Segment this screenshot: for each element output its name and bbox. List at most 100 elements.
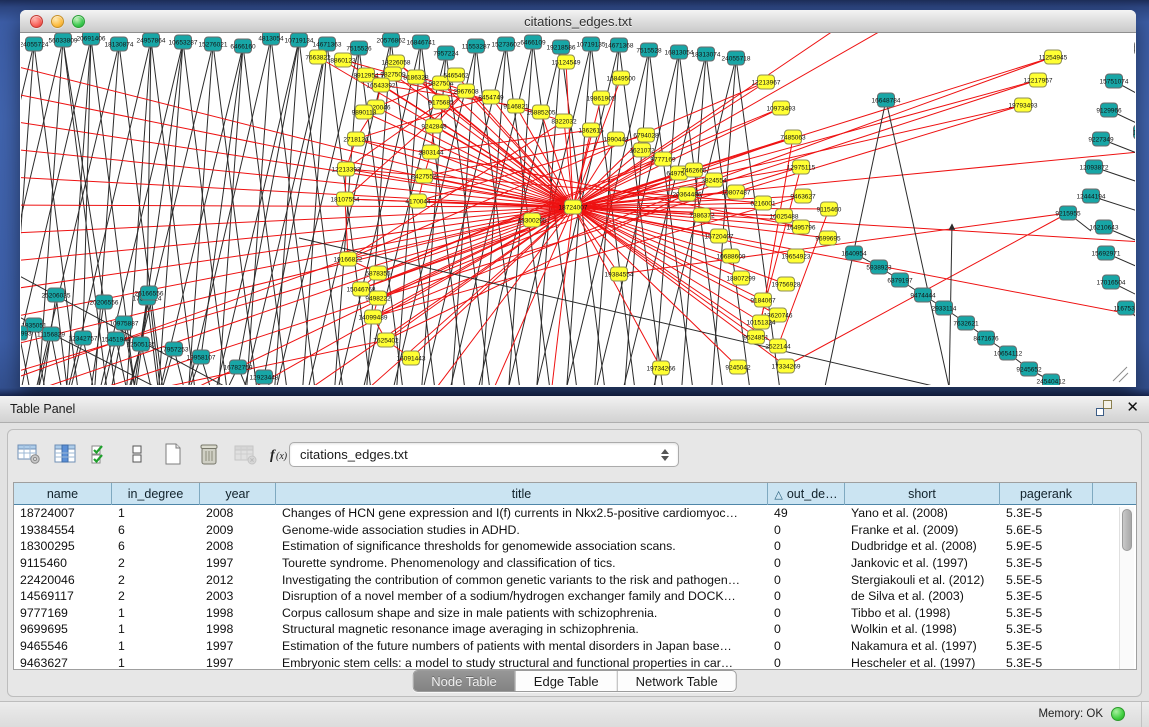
cell-name[interactable]: 22420046	[14, 573, 112, 587]
cell-title[interactable]: Structural magnetic resonance image aver…	[276, 622, 768, 636]
show-columns-icon[interactable]	[50, 439, 80, 469]
graph-node[interactable]: 7386372	[689, 208, 715, 222]
table-row[interactable]: 977716911998Corpus callosum shape and si…	[14, 605, 1136, 622]
cell-in_degree[interactable]: 1	[112, 606, 200, 620]
cell-in_degree[interactable]: 1	[112, 506, 200, 520]
graph-node[interactable]: 11553287	[462, 39, 491, 53]
cell-title[interactable]: Investigating the contribution of common…	[276, 573, 768, 587]
graph-node[interactable]: 6216001	[750, 196, 776, 210]
graph-node[interactable]: 2718126	[343, 132, 369, 146]
cell-year[interactable]: 2012	[200, 573, 276, 587]
graph-node[interactable]: 9524851	[743, 330, 769, 344]
create-column-icon[interactable]	[158, 439, 188, 469]
cell-title[interactable]: Estimation of significance thresholds fo…	[276, 539, 768, 553]
cell-name[interactable]: 9463627	[14, 656, 112, 670]
graph-node[interactable]: 15276021	[199, 37, 228, 51]
cell-pagerank[interactable]: 5.9E-5	[1000, 539, 1093, 553]
cell-title[interactable]: Tourette syndrome. Phenomenology and cla…	[276, 556, 768, 570]
cell-name[interactable]: 18300295	[14, 539, 112, 553]
graph-node[interactable]: 20691406	[77, 33, 106, 45]
cell-in_degree[interactable]: 6	[112, 539, 200, 553]
cell-year[interactable]: 2009	[200, 523, 276, 537]
cell-title[interactable]: Estimation of the future numbers of pati…	[276, 639, 768, 653]
table-row[interactable]: 911546021997Tourette syndrome. Phenomeno…	[14, 555, 1136, 572]
table-row[interactable]: 969969511998Structural magnetic resonanc…	[14, 621, 1136, 638]
cell-out_degree[interactable]: 0	[768, 556, 845, 570]
column-header-in_degree[interactable]: in_degree	[112, 483, 200, 505]
graph-node[interactable]: 10719135	[577, 37, 606, 51]
cell-title[interactable]: Embryonic stem cells: a model to study s…	[276, 656, 768, 670]
graph-node[interactable]: 11254945	[1039, 50, 1068, 64]
cell-in_degree[interactable]: 1	[112, 622, 200, 636]
network-canvas[interactable]: 2405572456033809206914061813087424957864…	[21, 33, 1135, 385]
cell-out_degree[interactable]: 0	[768, 523, 845, 537]
graph-node[interactable]: 7957224	[433, 46, 459, 60]
column-header-pagerank[interactable]: pagerank	[1000, 483, 1093, 505]
cell-year[interactable]: 1997	[200, 556, 276, 570]
table-options-icon[interactable]	[14, 439, 44, 469]
graph-node[interactable]: 9699695	[815, 231, 841, 245]
float-panel-icon[interactable]	[1096, 400, 1112, 416]
cell-year[interactable]: 1998	[200, 622, 276, 636]
graph-node[interactable]: 10654112	[994, 346, 1023, 360]
graph-node[interactable]: 16849500	[607, 71, 636, 85]
graph-node[interactable]: 19734266	[647, 361, 676, 375]
graph-node[interactable]: 6794028	[633, 128, 659, 142]
graph-node[interactable]: 2933114	[932, 301, 957, 315]
graph-node[interactable]: 9146821	[503, 99, 529, 113]
cell-short[interactable]: Tibbo et al. (1998)	[845, 606, 1000, 620]
graph-node[interactable]: 15751074	[1100, 74, 1129, 88]
graph-node[interactable]: 9115460	[817, 202, 842, 216]
tab-network-table[interactable]: Network Table	[618, 671, 736, 691]
cell-out_degree[interactable]: 0	[768, 539, 845, 553]
cell-title[interactable]: Genome-wide association studies in ADHD.	[276, 523, 768, 537]
graph-node[interactable]: 12975115	[787, 160, 816, 174]
cell-out_degree[interactable]: 49	[768, 506, 845, 520]
graph-node[interactable]: 5938923	[866, 260, 892, 274]
column-header-short[interactable]: short	[845, 483, 1000, 505]
graph-node[interactable]: 6379197	[887, 273, 913, 287]
graph-node[interactable]: 16846741	[407, 35, 436, 49]
cell-in_degree[interactable]: 1	[112, 639, 200, 653]
tab-edge-table[interactable]: Edge Table	[516, 671, 618, 691]
graph-node[interactable]: 6466160	[230, 39, 256, 53]
table-row[interactable]: 2242004622012Investigating the contribut…	[14, 571, 1136, 588]
cell-name[interactable]: 18724007	[14, 506, 112, 520]
cell-short[interactable]: Stergiakouli et al. (2012)	[845, 573, 1000, 587]
graph-node[interactable]: 4813054	[258, 33, 284, 45]
graph-node[interactable]: 15958	[1134, 41, 1135, 55]
graph-node[interactable]: 9463627	[790, 189, 816, 203]
cell-out_degree[interactable]: 0	[768, 606, 845, 620]
graph-node[interactable]: 18130874	[105, 37, 134, 51]
delete-table-icon[interactable]	[230, 439, 260, 469]
cell-pagerank[interactable]: 5.3E-5	[1000, 506, 1093, 520]
select-columns-icon[interactable]	[86, 439, 116, 469]
cell-pagerank[interactable]: 5.6E-5	[1000, 523, 1093, 537]
graph-node[interactable]: 18313074	[692, 47, 721, 61]
cell-out_degree[interactable]: 0	[768, 589, 845, 603]
cell-name[interactable]: 14569117	[14, 589, 112, 603]
graph-node[interactable]: 1621072	[629, 143, 655, 157]
graph-node[interactable]: 24055718	[722, 51, 751, 65]
graph-node[interactable]: 12217957	[1024, 73, 1053, 87]
graph-node[interactable]: 14671363	[313, 37, 342, 51]
graph-node[interactable]: 8454749	[478, 90, 504, 104]
cell-in_degree[interactable]: 6	[112, 523, 200, 537]
cell-pagerank[interactable]: 5.3E-5	[1000, 622, 1093, 636]
graph-node[interactable]: 24957864	[137, 33, 166, 47]
graph-node[interactable]: 14099489	[359, 310, 388, 324]
cell-short[interactable]: de Silva et al. (2003)	[845, 589, 1000, 603]
row-options-icon[interactable]	[122, 439, 152, 469]
graph-node[interactable]: 16091443	[397, 351, 426, 365]
cell-in_degree[interactable]: 2	[112, 556, 200, 570]
graph-node[interactable]: 12093872	[1080, 160, 1109, 174]
cell-year[interactable]: 2003	[200, 589, 276, 603]
graph-node[interactable]: 7515526	[346, 41, 372, 55]
cell-year[interactable]: 1997	[200, 639, 276, 653]
table-row[interactable]: 1938455462009Genome-wide association stu…	[14, 522, 1136, 539]
graph-node[interactable]: 9215955	[1055, 206, 1081, 220]
graph-node[interactable]: 20576862	[377, 33, 406, 47]
cell-year[interactable]: 2008	[200, 506, 276, 520]
cell-title[interactable]: Corpus callosum shape and size in male p…	[276, 606, 768, 620]
cell-name[interactable]: 19384554	[14, 523, 112, 537]
